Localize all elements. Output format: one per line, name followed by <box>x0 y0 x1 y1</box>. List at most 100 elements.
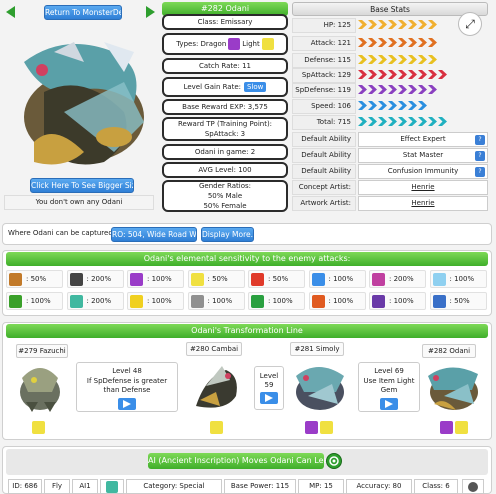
stat-arrow-icon <box>388 38 397 47</box>
sensitivity-cell: : 100% <box>308 270 366 288</box>
display-more-button[interactable]: Display More... <box>201 227 254 242</box>
light-type-icon <box>261 38 274 50</box>
sensitivity-value: : 200% <box>86 275 112 283</box>
stat-arrows <box>358 117 447 128</box>
stat-arrow-icon <box>418 38 427 47</box>
fazuchi-image[interactable] <box>12 358 68 414</box>
stat-arrows <box>358 55 437 66</box>
move-id: ID: 686 <box>8 479 42 494</box>
sensitivity-value: : 100% <box>389 297 414 305</box>
ability-1-text: Effect Expert <box>400 135 446 143</box>
stat-row: Attack: 121 <box>292 36 488 52</box>
stat-arrow-icon <box>428 117 437 126</box>
stat-arrow-icon <box>408 117 417 126</box>
help-icon[interactable]: ? <box>475 167 485 177</box>
sensitivity-cell: : 100% <box>429 270 487 288</box>
base-exp-text: Base Reward EXP: 3,575 <box>182 103 268 111</box>
gender-female: 50% Female <box>203 202 247 210</box>
ai-moves-title: AI (Ancient Inscription) Moves Odani Can… <box>148 453 337 469</box>
sensitivity-value: : 50% <box>268 275 289 283</box>
help-icon[interactable]: ? <box>475 151 485 161</box>
dragon-type-icon <box>305 421 318 434</box>
stat-arrow-icon <box>408 20 417 29</box>
ai-moves-icon[interactable] <box>326 453 342 469</box>
capture-location-button[interactable]: RO: 504, Wide Road Way <box>111 227 197 242</box>
evo-step-3-line1: Level 69 <box>374 367 404 375</box>
sensitivity-title: Odani's elemental sensitivity to the ene… <box>6 252 488 266</box>
help-icon[interactable]: ? <box>475 135 485 145</box>
stat-arrow-icon <box>388 101 397 110</box>
ability-2-label: Default Ability 2: <box>292 148 356 172</box>
next-arrow-icon[interactable] <box>146 6 155 18</box>
stat-arrow-icon <box>428 20 437 29</box>
sensitivity-value: : 200% <box>86 297 112 305</box>
sensitivity-value: : 100% <box>147 275 172 283</box>
see-bigger-size-button[interactable]: Click Here To See Bigger Size <box>30 178 134 193</box>
artwork-artist-label: Artwork Artist: <box>292 196 356 211</box>
reward-tp-line1: Reward TP (Training Point): <box>177 120 273 128</box>
stat-arrow-icon <box>388 20 397 29</box>
light-type-icon <box>210 421 223 434</box>
stat-arrow-icon <box>358 85 367 94</box>
odani-image[interactable] <box>422 358 484 416</box>
return-to-monsterdex-button[interactable]: Return To MonsterDex <box>44 5 122 20</box>
class-info: Class: Emissary <box>162 14 288 30</box>
ability-3-value[interactable]: Confusion Immunity? <box>358 164 488 179</box>
ability-3-label: Default Ability 3: <box>292 164 356 188</box>
stat-arrow-icon <box>428 70 437 79</box>
stat-arrow-icon <box>398 20 407 29</box>
stat-arrow-icon <box>418 117 427 126</box>
gender-info: Gender Ratios: 50% Male 50% Female <box>162 180 288 212</box>
stat-arrow-icon <box>378 85 387 94</box>
light-icon <box>190 273 204 286</box>
evo-monster-4-label[interactable]: #282 Odani <box>422 344 476 358</box>
gender-title: Gender Ratios: <box>199 182 251 190</box>
stat-arrow-icon <box>388 70 397 79</box>
previous-arrow-icon[interactable] <box>6 6 15 18</box>
types-label: Types: Dragon <box>176 40 227 48</box>
evo-step-2-line1: Level <box>259 372 279 380</box>
info-icon[interactable] <box>468 482 478 492</box>
evo-arrow-icon <box>380 398 398 410</box>
move-cell-extra <box>462 479 484 494</box>
sensitivity-value: : 200% <box>389 275 414 283</box>
concept-artist-text[interactable]: Henrie <box>411 183 434 191</box>
ability-3-text: Confusion Immunity <box>387 167 459 175</box>
stat-arrow-icon <box>398 101 407 110</box>
stat-arrow-icon <box>438 70 447 79</box>
sensitivity-cell: : 50% <box>429 292 487 310</box>
stat-arrow-icon <box>358 20 367 29</box>
sensitivity-value: : 50% <box>26 275 47 283</box>
stat-arrow-icon <box>358 38 367 47</box>
stat-label: Speed: 106 <box>292 99 356 114</box>
stat-arrow-icon <box>418 70 427 79</box>
light-type-icon <box>32 421 45 434</box>
artwork-artist-text[interactable]: Henrie <box>411 199 434 207</box>
gender-male: 50% Male <box>207 192 243 200</box>
move-accuracy: Accuracy: 80 <box>346 479 412 494</box>
ability-1-label: Default Ability 1: <box>292 132 356 156</box>
electric-icon <box>130 295 143 308</box>
simoly-image[interactable] <box>288 356 350 416</box>
in-game-text: Odani in game: 2 <box>194 148 256 156</box>
sensitivity-value: : 100% <box>328 275 354 283</box>
ability-2-value[interactable]: Stat Master? <box>358 148 488 163</box>
evo-monster-2-label[interactable]: #280 Cambai <box>186 342 242 356</box>
sensitivity-cell: : 100% <box>248 292 305 310</box>
catch-rate-text: Catch Rate: 11 <box>199 62 251 70</box>
ability-1-value[interactable]: Effect Expert? <box>358 132 488 147</box>
stat-arrow-icon <box>378 55 387 64</box>
metal-icon <box>432 295 446 308</box>
move-class: Class: 6 <box>414 479 458 494</box>
stat-arrow-icon <box>388 85 397 94</box>
catch-rate-info: Catch Rate: 11 <box>162 58 288 74</box>
move-name[interactable]: Fly <box>44 479 70 494</box>
cambai-image[interactable] <box>186 356 246 416</box>
evo-monster-1-label[interactable]: #279 Fazuchi <box>16 344 68 358</box>
artwork-artist-link[interactable]: Henrie <box>358 196 488 211</box>
fight-icon <box>311 295 325 308</box>
evo-monster-3-label[interactable]: #281 Simoly <box>290 342 344 356</box>
stat-arrow-icon <box>418 101 427 110</box>
light-type-icon <box>320 421 333 434</box>
concept-artist-link[interactable]: Henrie <box>358 180 488 195</box>
